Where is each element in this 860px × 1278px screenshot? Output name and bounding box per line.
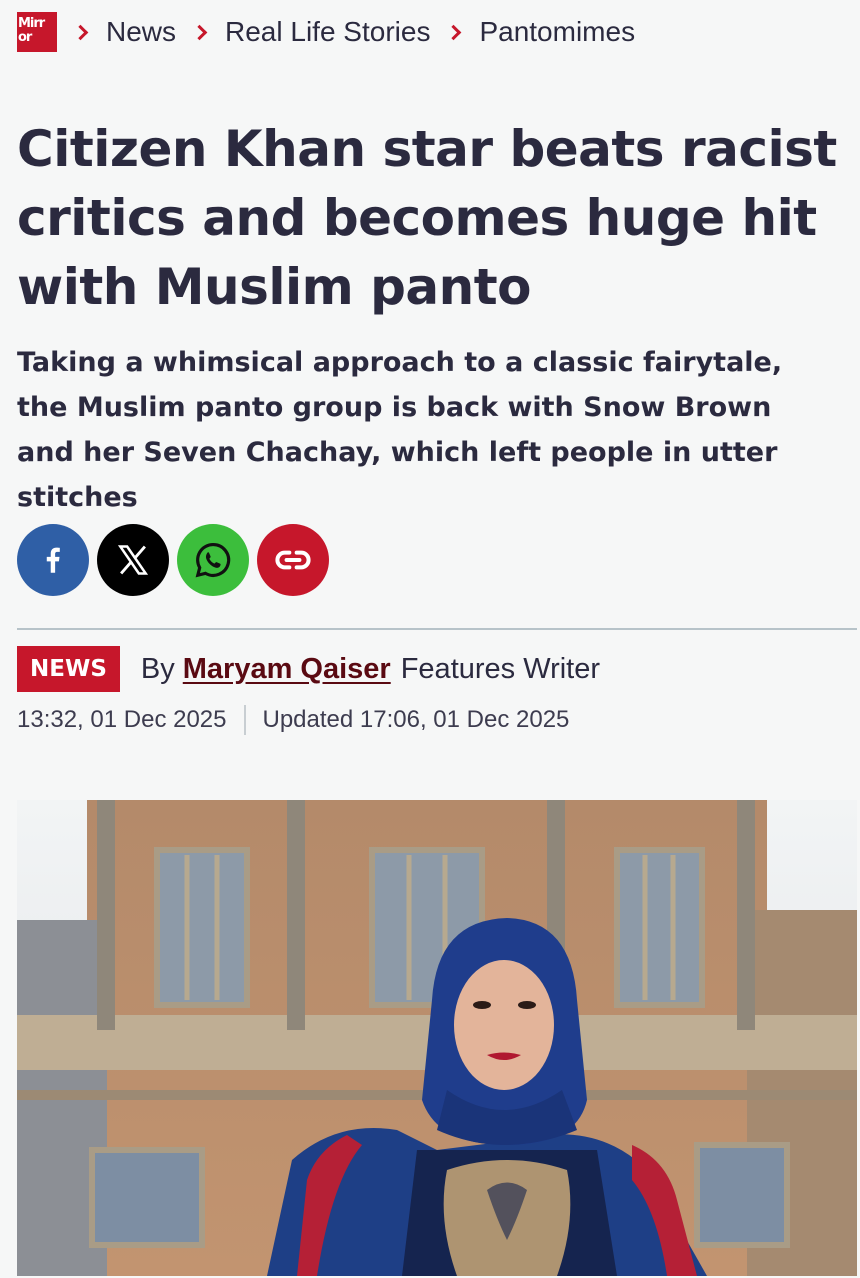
article-headline: Citizen Khan star beats racist critics a… (17, 120, 837, 316)
chevron-right-icon (191, 24, 208, 40)
mirror-logo[interactable]: Mirr or (17, 12, 57, 52)
share-facebook-button[interactable] (17, 524, 89, 596)
updated-date: Updated 17:06, 01 Dec 2025 (262, 706, 570, 733)
author-link[interactable]: Maryam Qaiser (183, 653, 391, 686)
facebook-icon (46, 547, 60, 573)
whatsapp-icon (195, 543, 231, 578)
article-standfirst: Taking a whimsical approach to a classic… (17, 347, 783, 513)
share-whatsapp-button[interactable] (177, 524, 249, 596)
published-date: 13:32, 01 Dec 2025 (17, 706, 227, 733)
breadcrumb-item-pantomimes[interactable]: Pantomimes (479, 16, 635, 48)
copy-link-button[interactable] (257, 524, 329, 596)
logo-line-1: Mirr (18, 16, 45, 31)
breadcrumb-item-real-life-stories[interactable]: Real Life Stories (225, 16, 430, 48)
byline-divider (17, 628, 857, 630)
breadcrumb: Mirr or News Real Life Stories Pantomime… (17, 12, 635, 52)
date-separator (243, 705, 246, 735)
chevron-right-icon (446, 24, 462, 40)
byline: NEWS By Maryam Qaiser Features Writer (17, 646, 600, 692)
breadcrumb-item-news[interactable]: News (106, 16, 176, 48)
share-bar (17, 524, 329, 596)
x-icon (117, 545, 149, 575)
article-dates: 13:32, 01 Dec 2025 Updated 17:06, 01 Dec… (17, 703, 569, 737)
hero-image[interactable] (17, 800, 857, 1276)
author-role: Features Writer (400, 652, 601, 685)
byline-prefix: By (140, 652, 175, 685)
logo-line-2: or (18, 30, 32, 45)
category-tag[interactable]: NEWS (17, 646, 120, 692)
chevron-right-icon (72, 24, 89, 40)
hero-photo-illustration (17, 800, 857, 1276)
link-icon (275, 550, 311, 570)
share-x-button[interactable] (97, 524, 169, 596)
